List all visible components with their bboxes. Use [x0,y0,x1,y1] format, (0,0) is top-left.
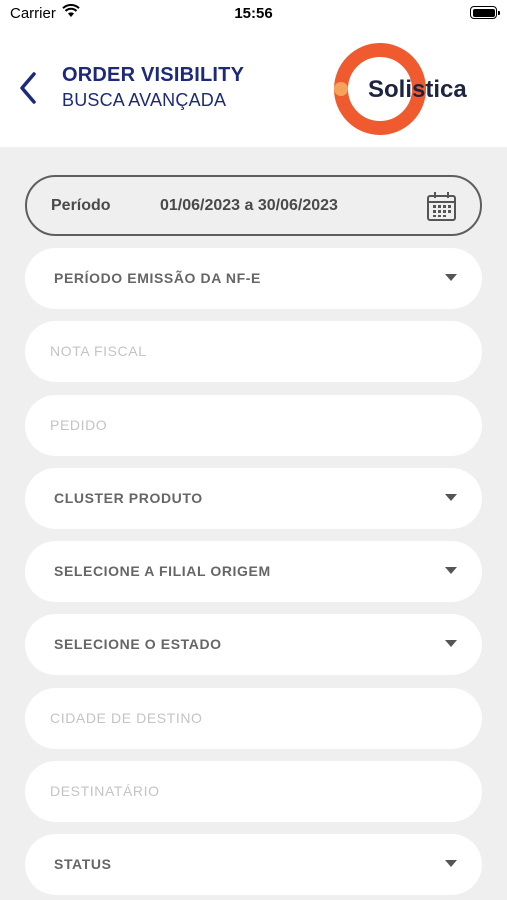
input-placeholder: DESTINATÁRIO [50,783,160,799]
input-placeholder: PEDIDO [50,417,108,433]
page-subtitle: BUSCA AVANÇADA [62,90,227,110]
clock: 15:56 [234,5,273,22]
status-bar: Carrier 15:56 [0,0,507,26]
chevron-down-icon [445,274,457,281]
pedido-input[interactable]: PEDIDO [25,395,482,456]
select-label: SELECIONE O ESTADO [54,636,222,652]
solistica-logo: Solistica [330,40,480,138]
input-placeholder: NOTA FISCAL [50,343,147,359]
chevron-down-icon [445,860,457,867]
select-label: STATUS [54,856,112,872]
destinatario-input[interactable]: DESTINATÁRIO [25,761,482,822]
estado-select[interactable]: SELECIONE O ESTADO [25,614,482,675]
chevron-down-icon [445,494,457,501]
filial-origem-select[interactable]: SELECIONE A FILIAL ORIGEM [25,541,482,602]
battery-icon [470,6,500,19]
period-label: Período [51,197,111,214]
select-label: SELECIONE A FILIAL ORIGEM [54,563,271,579]
calendar-icon[interactable] [426,191,457,222]
nfe-emission-period-select[interactable]: PERÍODO EMISSÃO DA NF-E [25,248,482,309]
logo-text: Solistica [368,76,467,103]
period-filter[interactable]: Período 01/06/2023 a 30/06/2023 [25,175,482,236]
select-label: CLUSTER PRODUTO [54,490,203,506]
back-icon[interactable] [16,70,44,106]
page-title: ORDER VISIBILITY [62,64,245,86]
chevron-down-icon [445,640,457,647]
header: ORDER VISIBILITY BUSCA AVANÇADA Solistic… [0,26,507,147]
input-placeholder: CIDADE DE DESTINO [50,710,203,726]
cluster-produto-select[interactable]: CLUSTER PRODUTO [25,468,482,529]
status-select[interactable]: STATUS [25,834,482,895]
chevron-down-icon [445,567,457,574]
period-value: 01/06/2023 a 30/06/2023 [160,197,338,214]
nota-fiscal-input[interactable]: NOTA FISCAL [25,321,482,382]
select-label: PERÍODO EMISSÃO DA NF-E [54,270,261,286]
cidade-destino-input[interactable]: CIDADE DE DESTINO [25,688,482,749]
